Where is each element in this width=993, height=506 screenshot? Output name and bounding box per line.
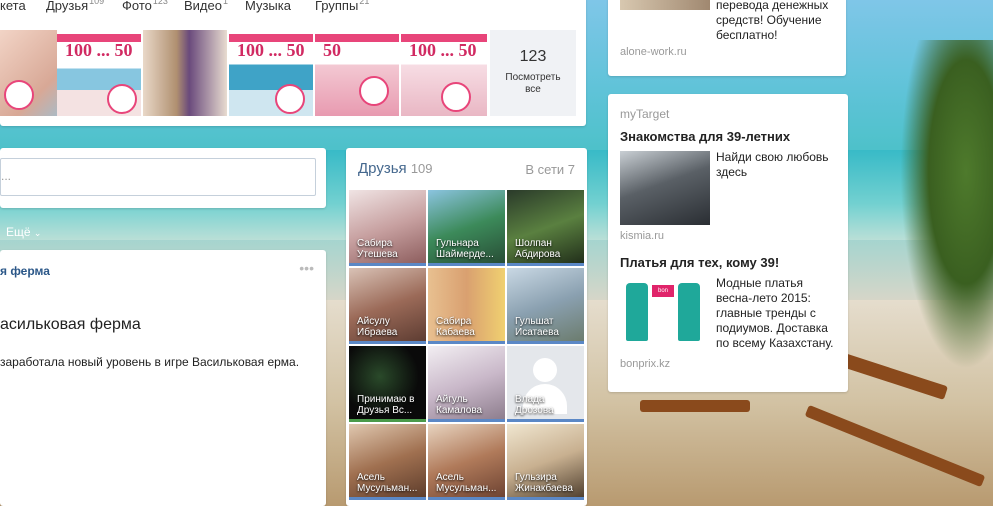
feed-app-name[interactable]: асильковая ферма — [0, 316, 141, 334]
nav-video[interactable]: Видео1 — [184, 0, 228, 13]
ad-card-top[interactable]: перевода денежных средств! Обучение бесп… — [608, 0, 846, 76]
friends-count: 109 — [410, 161, 433, 176]
nav-music[interactable]: Музыка — [245, 0, 291, 13]
photo-thumb[interactable]: 100 ... 50 — [229, 30, 313, 116]
friends-header[interactable]: Друзья 109 — [358, 160, 433, 177]
post-composer: ... — [0, 148, 326, 208]
friend-tile[interactable]: Гульнара Шаймерде... — [428, 190, 505, 266]
friend-tile[interactable]: Принимаю в Друзья Вс... — [349, 346, 426, 422]
default-avatar-icon — [533, 358, 557, 382]
chevron-down-icon: ⌄ — [33, 228, 42, 238]
post-input[interactable]: ... — [0, 158, 316, 196]
friend-tile[interactable]: Сабира Кабаева — [428, 268, 505, 344]
friends-card: Друзья 109 В сети 7 Сабира Утешева Гульн… — [346, 148, 587, 506]
friend-tile[interactable]: Асель Мусульман... — [349, 424, 426, 500]
photo-thumb[interactable]: 100 ... 50 — [401, 30, 487, 116]
ad-image[interactable]: bon — [620, 277, 710, 349]
ad-source[interactable]: bonprix.kz — [620, 358, 670, 370]
feed-post-text: заработала новый уровень в игре Василько… — [0, 355, 300, 369]
nav-photos[interactable]: Фото123 — [122, 0, 168, 13]
friend-tile[interactable]: Сабира Утешева — [349, 190, 426, 266]
friend-tile[interactable]: Шолпан Абдирова — [507, 190, 584, 266]
friends-online-link[interactable]: В сети 7 — [525, 162, 575, 177]
ad-image[interactable] — [620, 151, 710, 225]
more-options-icon[interactable]: ••• — [299, 260, 314, 276]
friend-tile[interactable]: Айсулу Ибраева — [349, 268, 426, 344]
see-all-photos-button[interactable]: 123 Посмотреть все — [490, 30, 576, 116]
ad-source[interactable]: alone-work.ru — [620, 46, 687, 58]
nav-groups[interactable]: Группы21 — [315, 0, 369, 13]
friends-title: Друзья — [358, 160, 407, 177]
ad-title[interactable]: Знакомства для 39-летних — [620, 129, 790, 144]
photos-count: 123 — [519, 48, 547, 65]
friend-tile[interactable]: Влада Дрозова — [507, 346, 584, 422]
mytarget-card: myTarget Знакомства для 39-летних Найди … — [608, 94, 848, 392]
see-all-label: Посмотреть все — [505, 72, 561, 95]
profile-nav: кета Друзья109 Фото123 Видео1 Музыка Гру… — [0, 0, 586, 20]
ad-image — [620, 0, 710, 10]
ad-text: перевода денежных средств! Обучение бесп… — [716, 0, 829, 42]
more-label: Ещё — [6, 225, 31, 239]
ad-title[interactable]: Платья для тех, кому 39! — [620, 255, 779, 270]
more-dropdown[interactable]: Ещё ⌄ — [6, 225, 41, 239]
feed-post-title[interactable]: я ферма — [0, 264, 50, 278]
feed-post: я ферма ••• асильковая ферма заработала … — [0, 250, 326, 506]
photo-thumb[interactable] — [143, 30, 227, 116]
mytarget-label: myTarget — [620, 107, 670, 121]
ad-source[interactable]: kismia.ru — [620, 230, 664, 242]
nav-friends[interactable]: Друзья109 — [46, 0, 104, 13]
ad-text: Модные платья весна-лето 2015: главные т… — [716, 276, 834, 350]
friend-tile[interactable]: Гульзира Жинакбаева — [507, 424, 584, 500]
nav-info[interactable]: кета — [0, 0, 26, 13]
photo-thumb[interactable]: 100 ... 50 — [57, 30, 141, 116]
photo-thumb[interactable]: 50 — [315, 30, 399, 116]
post-input-placeholder: ... — [1, 169, 12, 183]
friend-tile[interactable]: Асель Мусульман... — [428, 424, 505, 500]
background-palm — [900, 40, 993, 370]
friend-tile[interactable]: Айгуль Камалова — [428, 346, 505, 422]
profile-card: кета Друзья109 Фото123 Видео1 Музыка Гру… — [0, 0, 586, 126]
friend-tile[interactable]: Гульшат Исатаева — [507, 268, 584, 344]
beach-chair — [640, 400, 750, 412]
ad-text: Найди свою любовь здесь — [716, 150, 829, 179]
photos-row: 100 ... 50 100 ... 50 50 100 ... 50 123 … — [0, 30, 580, 116]
